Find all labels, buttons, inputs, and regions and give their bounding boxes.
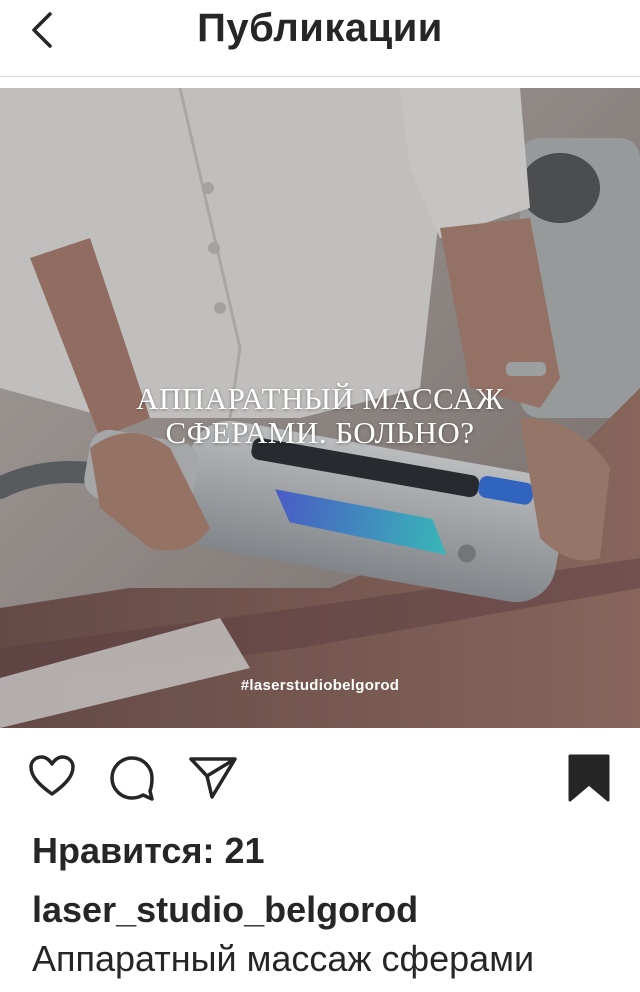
bookmark-icon — [568, 754, 610, 802]
overlay-caption: АППАРАТНЫЙ МАССАЖ СФЕРАМИ. БОЛЬНО? — [0, 382, 640, 450]
paper-plane-icon — [189, 757, 237, 799]
post-author-username[interactable]: laser_studio_belgorod — [32, 889, 418, 931]
like-button[interactable] — [28, 754, 76, 803]
heart-icon — [29, 755, 75, 796]
overlay-line-1: АППАРАТНЫЙ МАССАЖ — [136, 381, 504, 416]
likes-count[interactable]: Нравится: 21 — [32, 830, 265, 872]
save-button[interactable] — [568, 754, 610, 807]
comment-button[interactable] — [108, 754, 156, 807]
top-nav-bar: Публикации — [0, 0, 640, 77]
post-photo[interactable]: АППАРАТНЫЙ МАССАЖ СФЕРАМИ. БОЛЬНО? #lase… — [0, 88, 640, 728]
overlay-line-2: СФЕРАМИ. БОЛЬНО? — [165, 415, 475, 450]
post-caption: Аппаратный массаж сферами — [32, 938, 535, 979]
page-title: Публикации — [197, 6, 443, 50]
post-actions-bar — [0, 736, 640, 816]
comment-icon — [110, 756, 154, 801]
overlay-hashtag: #laserstudiobelgorod — [240, 677, 400, 694]
share-button[interactable] — [188, 756, 238, 805]
